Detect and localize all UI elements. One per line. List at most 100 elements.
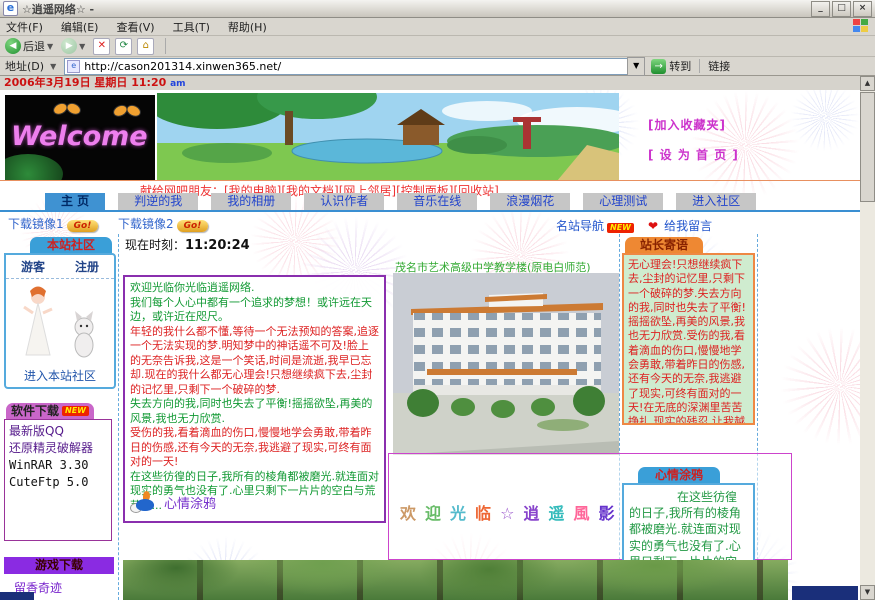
forward-icon[interactable]: ▶	[61, 38, 77, 54]
software-box: 最新版QQ 还原精灵破解器 WinRAR 3.30 CuteFtp 5.0	[4, 419, 112, 541]
back-dropdown-icon[interactable]: ▼	[47, 42, 53, 51]
partial-section	[792, 586, 858, 600]
community-box: 游客 注册 进入本站社区	[4, 253, 116, 389]
enter-community-link[interactable]: 进入本站社区	[6, 367, 114, 384]
go-badge[interactable]: Go!	[177, 220, 209, 232]
current-time: 现在时刻：11:20:24	[125, 236, 250, 253]
guest-link[interactable]: 游客	[21, 258, 45, 275]
set-homepage-link[interactable]: [ 设 为 首 页 ]	[648, 146, 739, 163]
community-box-tab: 本站社区	[30, 237, 112, 253]
site-nav-link[interactable]: 名站导航NEW	[556, 217, 634, 234]
firework-decoration	[780, 326, 860, 446]
games-header: 游戏下载	[4, 557, 114, 574]
refresh-icon[interactable]: ⟳	[115, 38, 132, 55]
date-text: 2006年3月19日 星期日 11:20	[4, 76, 166, 89]
scroll-up-icon[interactable]: ▲	[860, 76, 875, 91]
software-link-cuteftp[interactable]: CuteFtp 5.0	[9, 474, 107, 491]
window-title: ☆逍遥网络☆ -	[22, 1, 809, 17]
mood-box-tab: 心情涂鸦	[638, 467, 720, 483]
menu-view[interactable]: 查看(V)	[116, 19, 154, 35]
main-text-box: 欢迎光临你光临逍遥网络. 我们每个人心中都有一个追求的梦想！或许远在天边，或许近…	[123, 275, 386, 523]
date-bar: 2006年3月19日 星期日 11:20 am	[0, 76, 860, 90]
paragraph: 年轻的我什么都不懂,等待一个无法预知的答案,追逐一个无法实现的梦.明知梦中的神话…	[130, 325, 379, 398]
software-box-tab: 软件下载 NEW	[6, 403, 94, 419]
address-dropdown-icon[interactable]: ▼	[627, 57, 645, 76]
web-page: 2006年3月19日 星期日 11:20 am Welcome	[0, 76, 860, 600]
sub-nav-row: 下载镜像1Go! 下载镜像2Go! 名站导航NEW ❤给我留言	[0, 215, 860, 233]
go-arrow-icon: →	[651, 59, 666, 74]
page-icon: e	[67, 60, 80, 73]
home-icon[interactable]: ⌂	[137, 38, 154, 55]
vertical-scrollbar[interactable]: ▲ ▼	[860, 76, 875, 600]
address-url: http://cason201314.xinwen365.net/	[84, 60, 281, 73]
nav-rebel[interactable]: 判逆的我	[118, 193, 198, 210]
add-favorites-link[interactable]: [加入收藏夹]	[648, 116, 726, 133]
divider	[0, 180, 860, 181]
register-link[interactable]: 注册	[75, 258, 99, 275]
menu-tools[interactable]: 工具(T)	[173, 19, 210, 35]
paragraph: 受伤的我,看着滴血的伤口,慢慢地学会勇敢,带着昨日的伤感,还有今天的无奈,我逃避…	[130, 426, 379, 470]
paragraph: 我们每个人心中都有一个追求的梦想！或许远在天边，或许近在咫尺。	[130, 296, 379, 325]
nav-music[interactable]: 音乐在线	[397, 193, 477, 210]
paragraph: 欢迎光临你光临逍遥网络.	[130, 281, 379, 296]
address-label-caret-icon[interactable]: ▼	[50, 62, 56, 71]
leave-message-link[interactable]: ❤给我留言	[648, 217, 712, 234]
address-bar: 地址(D) ▼ e http://cason201314.xinwen365.n…	[0, 57, 875, 76]
trees-photo	[123, 560, 788, 600]
time-value: 11:20:24	[185, 238, 250, 253]
main-nav: 主 页 判逆的我 我的相册 认识作者 音乐在线 浪漫烟花 心理测试 进入社区	[0, 195, 860, 212]
paragraph: 失去方向的我,同时也失去了平衡!摇摇欲坠,再美的风景,我也无力欣赏.	[130, 397, 379, 426]
foliage-decoration	[5, 154, 63, 180]
nav-author[interactable]: 认识作者	[304, 193, 384, 210]
girl-and-cat-image	[6, 283, 110, 363]
menu-bar: 文件(F) 编辑(E) 查看(V) 工具(T) 帮助(H)	[0, 18, 875, 36]
minimize-button[interactable]: _	[811, 1, 830, 17]
windows-flag-icon	[853, 19, 869, 34]
go-badge[interactable]: Go!	[67, 220, 99, 232]
mirror1-link[interactable]: 下载镜像1Go!	[8, 215, 98, 232]
welcome-banner: Welcome	[5, 95, 155, 180]
heart-icon: ❤	[648, 219, 658, 233]
links-menu[interactable]: 链接	[708, 58, 730, 74]
software-link-qq[interactable]: 最新版QQ	[9, 423, 107, 440]
nav-psych-test[interactable]: 心理测试	[583, 193, 663, 210]
nav-home[interactable]: 主 页	[45, 193, 105, 210]
webmaster-box-tab: 站长寄语	[625, 237, 703, 253]
stop-icon[interactable]: ✕	[93, 38, 110, 55]
software-link-restore[interactable]: 还原精灵破解器	[9, 440, 107, 457]
browser-toolbar: ◀ 后退 ▼ ▶ ▼ ✕ ⟳ ⌂	[0, 36, 875, 57]
butterfly-icon	[5, 95, 155, 125]
ie-logo-icon: e	[3, 1, 18, 16]
browser-window: e ☆逍遥网络☆ - _ □ × 文件(F) 编辑(E) 查看(V) 工具(T)…	[0, 0, 875, 600]
new-badge: NEW	[607, 223, 634, 233]
menu-help[interactable]: 帮助(H)	[228, 19, 267, 35]
ink-bottle-icon	[130, 491, 156, 513]
nav-album[interactable]: 我的相册	[211, 193, 291, 210]
ampm-text: am	[170, 79, 185, 89]
mood-graffiti-link[interactable]: 心情涂鸦	[130, 491, 216, 513]
nav-community[interactable]: 进入社区	[676, 193, 756, 210]
firework-decoration	[790, 82, 860, 152]
close-button[interactable]: ×	[853, 1, 872, 17]
scroll-down-icon[interactable]: ▼	[860, 585, 875, 600]
maximize-button[interactable]: □	[832, 1, 851, 17]
menu-edit[interactable]: 编辑(E)	[61, 19, 99, 35]
back-button-label[interactable]: 后退	[23, 38, 45, 54]
divider	[118, 234, 119, 600]
scenic-banner-image	[157, 93, 619, 181]
welcome-text: Welcome	[11, 121, 148, 152]
webmaster-message-box: 无心理会!只想继续疯下去,尘封的记忆里,只剩下一个破碎的梦.失去方向的我,同时也…	[622, 253, 755, 425]
go-button[interactable]: → 转到	[651, 58, 691, 74]
new-badge: NEW	[62, 406, 89, 416]
back-icon[interactable]: ◀	[5, 38, 21, 54]
software-link-winrar[interactable]: WinRAR 3.30	[9, 457, 107, 474]
mirror2-link[interactable]: 下载镜像2Go!	[118, 215, 208, 232]
partial-section	[0, 592, 34, 600]
address-input[interactable]: e http://cason201314.xinwen365.net/	[64, 58, 628, 75]
nav-fireworks[interactable]: 浪漫烟花	[490, 193, 570, 210]
forward-dropdown-icon[interactable]: ▼	[79, 42, 85, 51]
scrollbar-thumb[interactable]	[860, 92, 875, 202]
school-building-photo	[393, 273, 619, 455]
firework-decoration	[690, 90, 800, 200]
menu-file[interactable]: 文件(F)	[6, 19, 43, 35]
